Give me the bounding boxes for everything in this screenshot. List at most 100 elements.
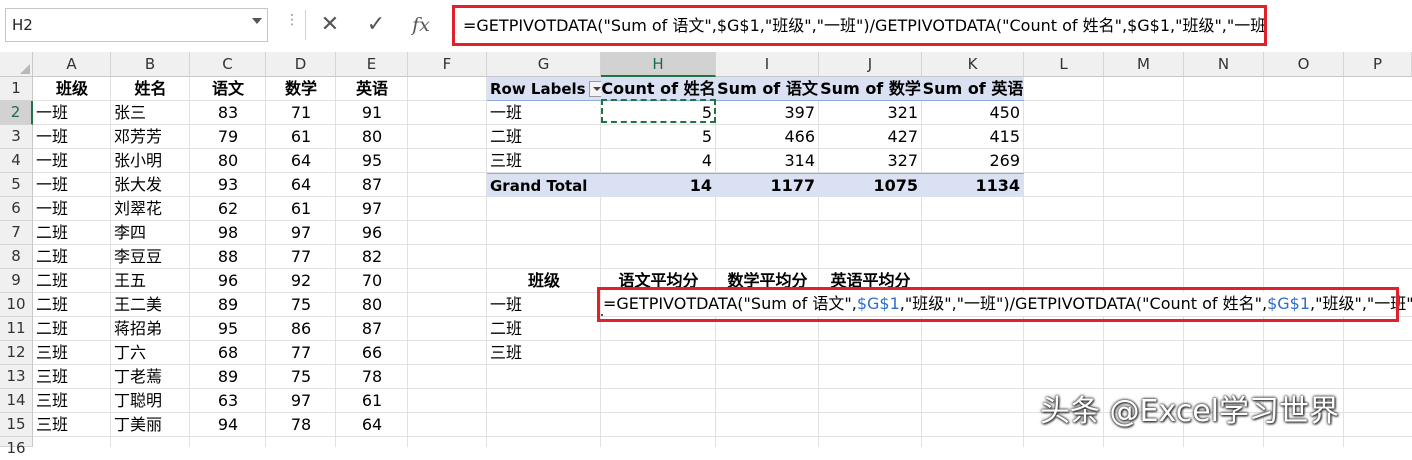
table-cell[interactable]: 77 — [266, 341, 336, 365]
table-cell[interactable]: 三班 — [33, 341, 111, 365]
table-cell[interactable]: 王二美 — [111, 293, 190, 317]
pivot-cell[interactable]: 415 — [922, 125, 1024, 149]
row-header[interactable]: 1 — [0, 77, 33, 101]
column-header-l[interactable]: L — [1024, 52, 1104, 77]
table-cell[interactable]: 89 — [190, 365, 266, 389]
row-header[interactable]: 9 — [0, 269, 33, 293]
pivot-total-cell[interactable]: 1177 — [716, 173, 819, 197]
column-header-d[interactable]: D — [266, 52, 336, 77]
table-cell[interactable]: 64 — [266, 149, 336, 173]
table-cell[interactable]: 刘翠花 — [111, 197, 190, 221]
table-cell[interactable]: 70 — [336, 269, 408, 293]
table-cell[interactable]: 87 — [336, 317, 408, 341]
formula-input[interactable]: =GETPIVOTDATA("Sum of 语文",$G$1,"班级","一班"… — [452, 5, 1267, 46]
pivot-cell[interactable]: 427 — [819, 125, 922, 149]
table-cell[interactable]: 91 — [336, 101, 408, 125]
pivot-cell[interactable]: 321 — [819, 101, 922, 125]
table-cell[interactable]: 三班 — [33, 413, 111, 437]
table-cell[interactable]: 王五 — [111, 269, 190, 293]
pivot-header-row-labels[interactable]: Row Labels — [487, 77, 605, 101]
row-header[interactable]: 10 — [0, 293, 33, 317]
table-cell[interactable]: 张三 — [111, 101, 190, 125]
table-cell[interactable]: 71 — [266, 101, 336, 125]
table-cell[interactable]: 78 — [336, 365, 408, 389]
table-cell[interactable]: 80 — [190, 149, 266, 173]
table-cell[interactable]: 96 — [336, 221, 408, 245]
table-cell[interactable]: 75 — [266, 293, 336, 317]
column-header-o[interactable]: O — [1264, 52, 1344, 77]
table-cell[interactable]: 61 — [336, 389, 408, 413]
avg-header-cell[interactable]: 班级 — [487, 269, 601, 293]
column-header-p[interactable]: P — [1344, 52, 1412, 77]
table-cell[interactable]: 89 — [190, 293, 266, 317]
row-header[interactable]: 4 — [0, 149, 33, 173]
pivot-cell[interactable]: 397 — [716, 101, 819, 125]
pivot-cell[interactable]: 450 — [922, 101, 1024, 125]
table-cell[interactable]: 62 — [190, 197, 266, 221]
pivot-cell[interactable]: 4 — [601, 149, 716, 173]
table-cell[interactable]: 82 — [336, 245, 408, 269]
row-header[interactable]: 14 — [0, 389, 33, 413]
pivot-cell[interactable]: 466 — [716, 125, 819, 149]
table-cell[interactable]: 94 — [190, 413, 266, 437]
table-cell[interactable]: 87 — [336, 173, 408, 197]
table-cell[interactable]: 68 — [190, 341, 266, 365]
table-cell[interactable]: 丁老蔫 — [111, 365, 190, 389]
pivot-header-cell[interactable]: Sum of 语文 — [716, 77, 819, 101]
table-cell[interactable]: 86 — [266, 317, 336, 341]
table-cell[interactable]: 丁六 — [111, 341, 190, 365]
column-header-h[interactable]: H — [601, 52, 716, 77]
row-header[interactable]: 16 — [0, 437, 33, 457]
pivot-total-cell[interactable]: 1134 — [922, 173, 1024, 197]
source-header-cell[interactable]: 班级 — [33, 77, 111, 101]
table-cell[interactable]: 三班 — [33, 389, 111, 413]
column-header-k[interactable]: K — [922, 52, 1024, 77]
row-header[interactable]: 6 — [0, 197, 33, 221]
row-header[interactable]: 15 — [0, 413, 33, 437]
pivot-row-label[interactable]: 二班 — [487, 125, 601, 149]
row-header[interactable]: 2 — [0, 101, 33, 125]
name-box[interactable]: H2 — [5, 8, 268, 42]
row-header[interactable]: 11 — [0, 317, 33, 341]
insert-function-icon[interactable]: fx — [404, 10, 438, 40]
row-header[interactable]: 5 — [0, 173, 33, 197]
pivot-cell[interactable]: 327 — [819, 149, 922, 173]
table-cell[interactable]: 一班 — [33, 173, 111, 197]
table-cell[interactable]: 李四 — [111, 221, 190, 245]
table-cell[interactable]: 三班 — [33, 365, 111, 389]
table-cell[interactable]: 96 — [190, 269, 266, 293]
column-header-m[interactable]: M — [1104, 52, 1184, 77]
table-cell[interactable]: 88 — [190, 245, 266, 269]
column-header-i[interactable]: I — [716, 52, 819, 77]
cancel-icon[interactable]: ✕ — [313, 10, 347, 40]
column-header-f[interactable]: F — [408, 52, 487, 77]
column-header-g[interactable]: G — [487, 52, 601, 77]
table-cell[interactable]: 80 — [336, 293, 408, 317]
column-header-c[interactable]: C — [190, 52, 266, 77]
avg-row-label[interactable]: 一班 — [487, 293, 601, 317]
table-cell[interactable]: 一班 — [33, 101, 111, 125]
column-header-e[interactable]: E — [336, 52, 408, 77]
row-header[interactable]: 7 — [0, 221, 33, 245]
table-cell[interactable]: 蒋招弟 — [111, 317, 190, 341]
table-cell[interactable]: 64 — [336, 413, 408, 437]
avg-row-label[interactable]: 三班 — [487, 341, 601, 365]
avg-row-label[interactable]: 二班 — [487, 317, 601, 341]
enter-icon[interactable]: ✓ — [359, 10, 393, 40]
table-cell[interactable]: 64 — [266, 173, 336, 197]
table-cell[interactable]: 95 — [336, 149, 408, 173]
row-header[interactable]: 3 — [0, 125, 33, 149]
table-cell[interactable]: 二班 — [33, 245, 111, 269]
table-cell[interactable]: 98 — [190, 221, 266, 245]
table-cell[interactable]: 邓芳芳 — [111, 125, 190, 149]
pivot-cell[interactable]: 5 — [601, 125, 716, 149]
table-cell[interactable]: 一班 — [33, 197, 111, 221]
table-cell[interactable]: 二班 — [33, 317, 111, 341]
table-cell[interactable]: 61 — [266, 125, 336, 149]
table-cell[interactable]: 97 — [266, 221, 336, 245]
table-cell[interactable]: 一班 — [33, 125, 111, 149]
pivot-row-label[interactable]: 三班 — [487, 149, 601, 173]
pivot-total-cell[interactable]: 1075 — [819, 173, 922, 197]
pivot-cell[interactable]: 314 — [716, 149, 819, 173]
column-header-j[interactable]: J — [819, 52, 922, 77]
